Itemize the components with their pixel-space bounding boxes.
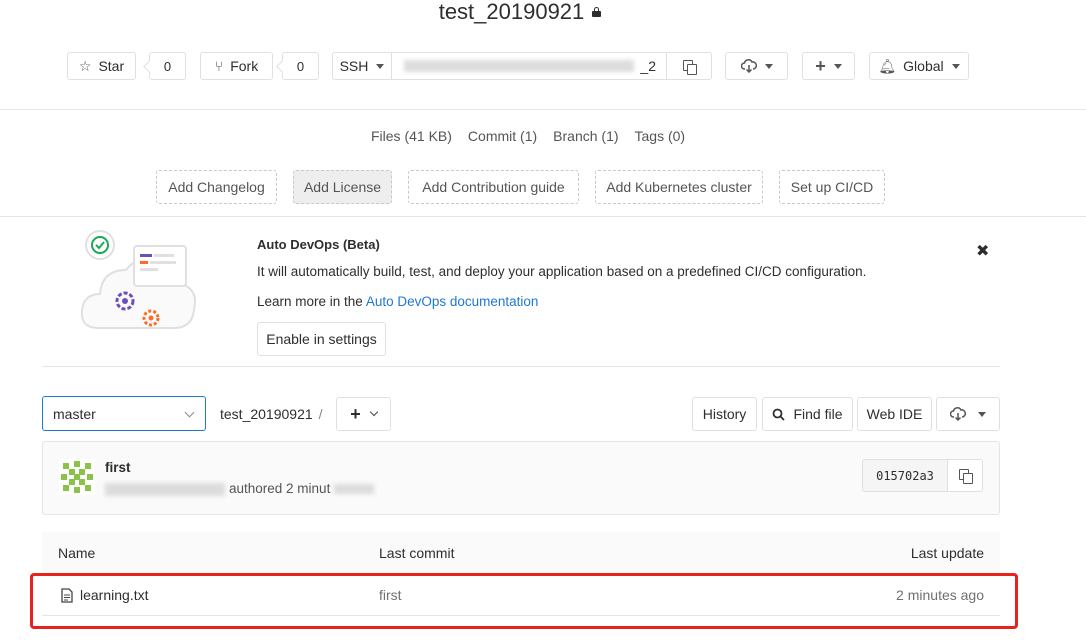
- fork-count[interactable]: 0: [282, 52, 319, 80]
- chevron-down-icon: [369, 407, 378, 417]
- caret-down-icon: [951, 63, 960, 69]
- chevron-down-icon: [184, 407, 195, 418]
- copy-url-button[interactable]: [666, 52, 712, 80]
- column-name: Name: [58, 545, 96, 561]
- repo-download-dropdown[interactable]: [936, 397, 1000, 431]
- setup-cicd-button[interactable]: Set up CI/CD: [779, 170, 885, 204]
- commit-sha[interactable]: 015702a3: [862, 459, 948, 492]
- find-file-button[interactable]: Find file: [762, 397, 853, 431]
- add-changelog-button[interactable]: Add Changelog: [156, 170, 277, 204]
- commits-stat[interactable]: Commit (1): [468, 128, 537, 144]
- cloud-download-icon: [740, 59, 757, 73]
- divider: [0, 216, 1086, 217]
- file-table-header: [42, 532, 1000, 574]
- tags-stat[interactable]: Tags (0): [635, 128, 686, 144]
- commit-meta-text: authored 2 minut: [229, 481, 331, 496]
- branches-stat[interactable]: Branch (1): [553, 128, 618, 144]
- breadcrumb-separator: /: [318, 406, 323, 422]
- history-button[interactable]: History: [692, 397, 757, 431]
- star-button[interactable]: ☆ Star: [67, 52, 136, 80]
- divider: [42, 366, 1000, 367]
- star-icon: ☆: [78, 58, 92, 74]
- copy-icon: [683, 59, 697, 75]
- commit-title[interactable]: first: [105, 460, 131, 475]
- plus-icon: +: [350, 404, 361, 424]
- column-last-update: Last update: [910, 545, 984, 561]
- breadcrumb: test_20190921 /: [220, 406, 323, 422]
- fork-label: Fork: [230, 58, 259, 74]
- fork-button[interactable]: ⑂ Fork: [200, 52, 273, 80]
- clone-url-text: _2: [640, 58, 656, 74]
- web-ide-button[interactable]: Web IDE: [857, 397, 932, 431]
- notification-label: Global: [903, 58, 944, 74]
- caret-down-icon: [833, 63, 842, 69]
- add-license-button[interactable]: Add License: [293, 170, 392, 204]
- lock-icon: [592, 7, 602, 17]
- enable-in-settings-button[interactable]: Enable in settings: [257, 322, 386, 356]
- find-file-label: Find file: [793, 406, 843, 422]
- project-title-text: test_20190921: [438, 0, 585, 24]
- bell-icon: 🔔︎: [878, 58, 897, 74]
- blurred-time: [334, 484, 375, 495]
- highlight-box: [30, 573, 1018, 629]
- plus-icon: +: [815, 56, 826, 76]
- caret-down-icon: [376, 63, 385, 69]
- caret-down-icon: [978, 411, 986, 417]
- blurred-url: [404, 60, 635, 72]
- avatar[interactable]: [59, 459, 95, 495]
- add-kubernetes-cluster-button[interactable]: Add Kubernetes cluster: [595, 170, 763, 204]
- project-stats: Files (41 KB) Commit (1) Branch (1) Tags…: [371, 128, 685, 144]
- breadcrumb-project[interactable]: test_20190921: [220, 406, 313, 422]
- files-stat[interactable]: Files (41 KB): [371, 128, 452, 144]
- fork-icon: ⑂: [214, 58, 224, 74]
- commit-meta: authored 2 minut: [105, 481, 375, 496]
- devops-illustration: [80, 230, 196, 329]
- branch-selector[interactable]: master: [42, 396, 206, 431]
- caret-down-icon: [764, 63, 773, 69]
- project-title: test_20190921: [0, 0, 1040, 24]
- divider: [0, 109, 1086, 110]
- devops-title: Auto DevOps (Beta): [257, 237, 380, 252]
- column-last-commit: Last commit: [379, 545, 455, 561]
- copy-icon: [959, 469, 973, 484]
- new-item-dropdown[interactable]: +: [802, 52, 855, 80]
- learn-more-prefix: Learn more in the: [257, 294, 363, 309]
- clone-protocol-label: SSH: [339, 58, 369, 74]
- star-label: Star: [98, 58, 125, 74]
- add-to-tree-dropdown[interactable]: +: [336, 397, 391, 431]
- notification-dropdown[interactable]: 🔔︎ Global: [869, 52, 969, 80]
- search-icon: [773, 408, 786, 421]
- blurred-author: [105, 482, 225, 496]
- branch-name: master: [53, 405, 96, 422]
- close-icon[interactable]: ✖: [976, 241, 989, 261]
- cloud-download-icon: [950, 407, 966, 421]
- clone-url-input[interactable]: _2: [391, 52, 667, 80]
- clone-protocol-dropdown[interactable]: SSH: [332, 52, 392, 80]
- copy-sha-button[interactable]: [947, 459, 983, 492]
- devops-docs-link[interactable]: Auto DevOps documentation: [366, 294, 539, 309]
- devops-learn-more: Learn more in the Auto DevOps documentat…: [257, 294, 538, 309]
- download-dropdown[interactable]: [725, 52, 788, 80]
- last-commit-panel: [42, 441, 1000, 515]
- add-contribution-guide-button[interactable]: Add Contribution guide: [408, 170, 579, 204]
- devops-description: It will automatically build, test, and d…: [257, 264, 867, 279]
- star-count[interactable]: 0: [149, 52, 186, 80]
